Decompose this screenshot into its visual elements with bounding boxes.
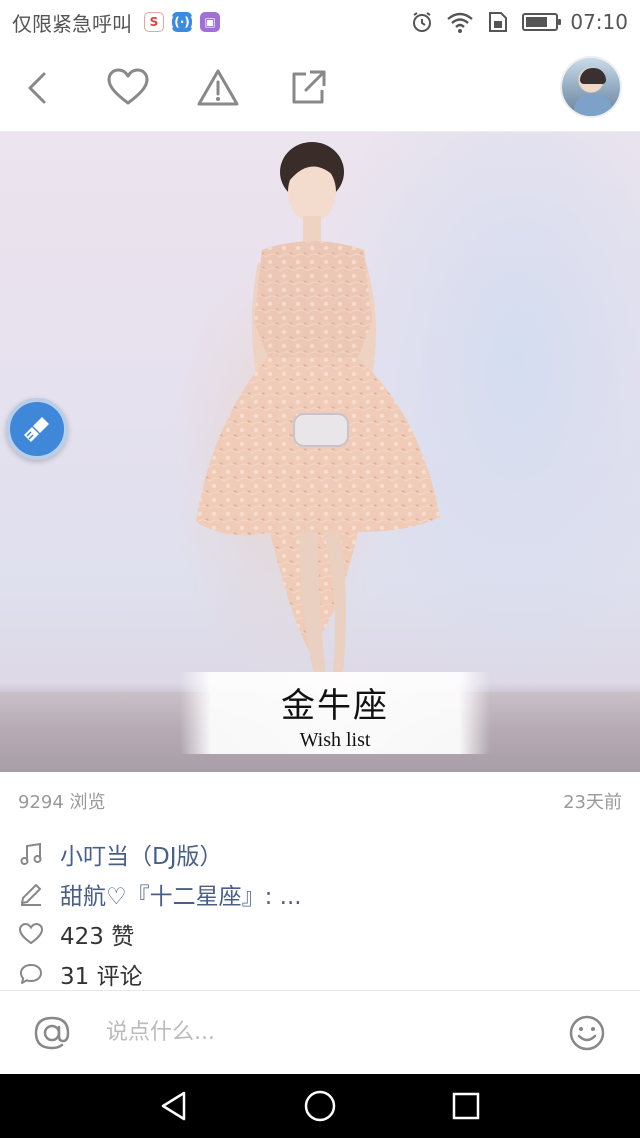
nav-home-button[interactable] xyxy=(302,1088,338,1124)
wifi-icon xyxy=(447,12,474,33)
triangle-back-icon xyxy=(161,1091,186,1121)
carrier-text: 仅限紧急呼叫 xyxy=(12,11,132,36)
post-date: 23天前 xyxy=(563,792,622,813)
gallery-icon: ▣ xyxy=(200,12,220,32)
likes-item[interactable]: 423 赞 xyxy=(0,914,640,954)
circle-home-icon xyxy=(304,1090,336,1122)
speech-bubble-icon xyxy=(18,961,44,987)
comment-input[interactable] xyxy=(106,1020,568,1045)
clean-tool-button[interactable] xyxy=(6,398,68,460)
warning-icon xyxy=(197,69,239,105)
nav-back-button[interactable] xyxy=(156,1088,192,1124)
back-button[interactable] xyxy=(16,66,60,110)
music-note-icon xyxy=(18,841,44,867)
battery-level xyxy=(526,17,547,27)
caption-subtitle: Wish list xyxy=(299,729,371,751)
comment-bar xyxy=(0,990,640,1074)
like-heart-icon xyxy=(18,921,44,947)
square-recents-icon xyxy=(452,1092,480,1120)
post-image[interactable]: 金牛座 Wish list xyxy=(0,132,640,772)
alarm-icon xyxy=(413,12,432,32)
caption-plate: 金牛座 Wish list xyxy=(180,672,490,754)
emoji-icon[interactable] xyxy=(568,1014,606,1052)
battery-icon xyxy=(522,13,562,31)
share-icon xyxy=(292,70,326,103)
top-toolbar xyxy=(0,44,640,132)
wifi-app-icon: ((·)) xyxy=(169,12,195,32)
avatar[interactable] xyxy=(560,56,622,118)
mention-at-icon[interactable] xyxy=(32,1013,72,1053)
broom-icon xyxy=(24,417,49,442)
heart-icon xyxy=(107,68,149,104)
author-item[interactable]: 甜航♡『十二星座』: ... xyxy=(0,874,640,914)
share-button[interactable] xyxy=(286,66,330,110)
caption-title: 金牛座 xyxy=(281,686,389,726)
author-text: 甜航♡『十二星座』: ... xyxy=(60,884,302,910)
system-nav-bar xyxy=(0,1074,640,1138)
music-item[interactable]: 小叮当（DJ版） xyxy=(0,834,640,874)
clock: 07:10 xyxy=(570,10,628,34)
back-icon xyxy=(28,72,46,103)
view-count: 9294 浏览 xyxy=(18,792,106,813)
report-button[interactable] xyxy=(196,66,240,110)
comments-item[interactable]: 31 评论 xyxy=(0,954,640,994)
favorite-button[interactable] xyxy=(106,66,150,110)
status-bar: 仅限紧急呼叫 S ((·)) ▣ 07:10 xyxy=(0,0,640,44)
sim-icon xyxy=(489,12,508,32)
weibo-icon: S xyxy=(144,12,164,32)
nav-recents-button[interactable] xyxy=(448,1088,484,1124)
comment-count: 31 评论 xyxy=(60,964,143,990)
music-title: 小叮当（DJ版） xyxy=(60,844,223,870)
pencil-icon xyxy=(18,881,44,907)
post-info-list: 小叮当（DJ版） 甜航♡『十二星座』: ... 423 赞 31 评论 xyxy=(0,834,640,994)
post-meta: 9294 浏览 23天前 xyxy=(0,772,640,830)
like-count: 423 赞 xyxy=(60,924,135,950)
